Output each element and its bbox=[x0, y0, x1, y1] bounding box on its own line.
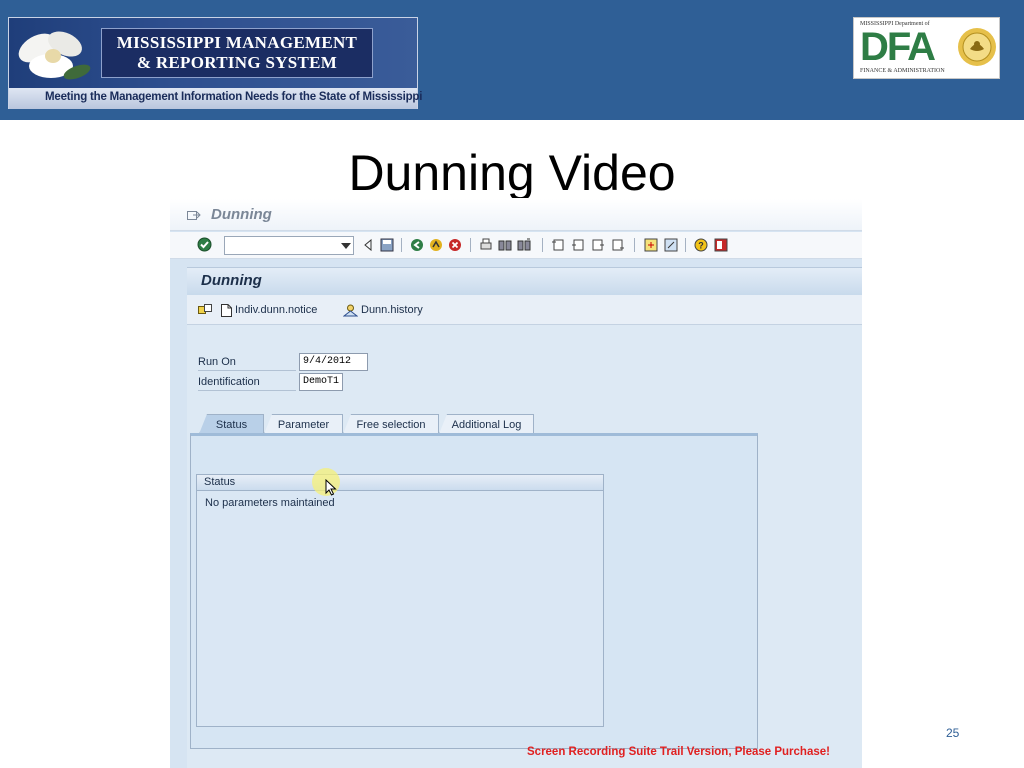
find-icon[interactable] bbox=[498, 238, 512, 252]
exit-yellow-icon[interactable] bbox=[429, 238, 443, 252]
magnolia-flower-icon bbox=[18, 31, 91, 80]
previous-page-icon[interactable] bbox=[571, 238, 585, 252]
tab-free-selection[interactable]: Free selection bbox=[343, 414, 439, 434]
enter-checkmark-icon[interactable] bbox=[197, 237, 212, 252]
run-on-label: Run On bbox=[198, 356, 236, 368]
system-toolbar: ? bbox=[170, 232, 862, 259]
toolbar-separator bbox=[634, 238, 635, 252]
slide: MISSISSIPPI MANAGEMENT & REPORTING SYSTE… bbox=[0, 0, 1024, 768]
application-toolbar: Indiv.dunn.notice Dunn.history bbox=[187, 295, 862, 325]
back-arrow-icon[interactable] bbox=[362, 238, 376, 252]
create-session-icon[interactable] bbox=[644, 238, 658, 252]
status-panel-title: Status bbox=[204, 476, 236, 488]
dfa-logo: MISSISSIPPI Department of DFA FINANCE & … bbox=[853, 17, 1000, 79]
command-field[interactable] bbox=[224, 236, 354, 255]
toolbar-separator bbox=[401, 238, 402, 252]
tab-parameter[interactable]: Parameter bbox=[264, 414, 343, 434]
page-number: 25 bbox=[946, 726, 960, 740]
status-message: No parameters maintained bbox=[205, 497, 335, 509]
slide-title: Dunning Video bbox=[348, 145, 676, 198]
customize-layout-icon[interactable] bbox=[714, 238, 728, 252]
recording-watermark: Screen Recording Suite Trail Version, Pl… bbox=[527, 746, 830, 758]
tab-status[interactable]: Status bbox=[199, 414, 264, 434]
print-icon[interactable] bbox=[479, 238, 493, 252]
sap-window: Dunning ? Dunning Indiv.dunn.notice Dunn… bbox=[170, 199, 862, 768]
run-on-field[interactable]: 9/4/2012 bbox=[299, 353, 368, 371]
banner-tagline: Meeting the Management Information Needs… bbox=[45, 91, 423, 103]
find-next-icon[interactable] bbox=[517, 238, 531, 252]
dunn-history-label: Dunn.history bbox=[361, 304, 423, 316]
dfa-bottom-text: FINANCE & ADMINISTRATION bbox=[860, 68, 945, 74]
create-shortcut-icon[interactable] bbox=[664, 238, 678, 252]
banner-title-line1: MISSISSIPPI MANAGEMENT bbox=[116, 33, 358, 52]
screen-title: Dunning bbox=[201, 272, 262, 289]
chevron-down-icon[interactable] bbox=[341, 243, 351, 249]
run-on-label-underline bbox=[198, 370, 296, 371]
banner-tagline-box: Meeting the Management Information Needs… bbox=[9, 88, 422, 109]
next-page-icon[interactable] bbox=[591, 238, 605, 252]
indiv-dunn-notice-button[interactable]: Indiv.dunn.notice bbox=[221, 301, 317, 319]
status-panel: Status No parameters maintained bbox=[196, 474, 604, 727]
dfa-letters: DFA bbox=[860, 25, 936, 69]
header-band: MISSISSIPPI MANAGEMENT & REPORTING SYSTE… bbox=[0, 0, 1024, 120]
toolbar-separator bbox=[542, 238, 543, 252]
mmrs-title-box: MISSISSIPPI MANAGEMENT & REPORTING SYSTE… bbox=[101, 28, 373, 78]
tabstrip: Status Parameter Free selection Addition… bbox=[190, 414, 758, 434]
dunn-history-button[interactable]: Dunn.history bbox=[343, 301, 423, 319]
svg-text:?: ? bbox=[698, 241, 704, 251]
toolbar-separator bbox=[685, 238, 686, 252]
identification-field[interactable]: DemoT1 bbox=[299, 373, 343, 391]
exit-menu-icon[interactable] bbox=[187, 209, 201, 221]
save-icon[interactable] bbox=[380, 238, 394, 252]
screen-header: Dunning bbox=[187, 267, 862, 295]
mouse-pointer-icon bbox=[325, 479, 337, 496]
document-icon bbox=[221, 303, 232, 317]
sap-content-area: Dunning Indiv.dunn.notice Dunn.history R… bbox=[187, 267, 862, 768]
other-object-icon[interactable] bbox=[198, 303, 212, 316]
tab-additional-log[interactable]: Additional Log bbox=[439, 414, 534, 434]
state-seal-icon bbox=[958, 28, 996, 66]
indiv-dunn-notice-label: Indiv.dunn.notice bbox=[235, 304, 318, 316]
window-title: Dunning bbox=[211, 206, 272, 223]
back-green-icon[interactable] bbox=[410, 238, 424, 252]
first-page-icon[interactable] bbox=[551, 238, 565, 252]
banner-title-line2: & REPORTING SYSTEM bbox=[136, 53, 338, 72]
status-panel-header: Status bbox=[197, 475, 603, 491]
person-history-icon bbox=[343, 304, 358, 316]
last-page-icon[interactable] bbox=[611, 238, 625, 252]
mmrs-banner-logo: MISSISSIPPI MANAGEMENT & REPORTING SYSTE… bbox=[8, 17, 422, 109]
identification-label-underline bbox=[198, 390, 296, 391]
cancel-red-icon[interactable] bbox=[448, 238, 462, 252]
toolbar-separator bbox=[470, 238, 471, 252]
identification-label: Identification bbox=[198, 376, 260, 388]
sap-titlebar: Dunning bbox=[170, 199, 862, 231]
help-icon[interactable]: ? bbox=[694, 238, 708, 252]
